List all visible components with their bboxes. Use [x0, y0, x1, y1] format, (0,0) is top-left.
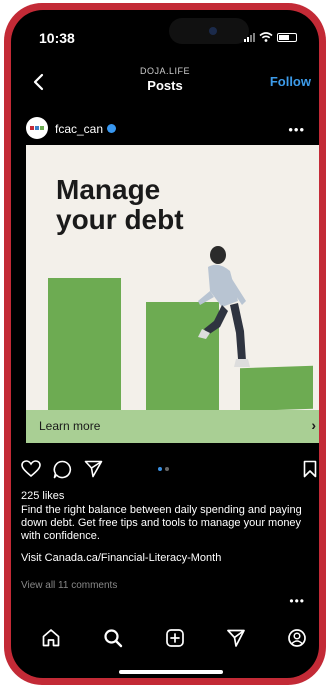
more-icon[interactable]: ••• — [289, 594, 305, 608]
screen: 10:38 DOJA.LIFE Posts Follow fcac_can ••… — [11, 10, 319, 678]
view-comments-link[interactable]: View all 11 comments — [21, 580, 117, 591]
home-icon[interactable] — [41, 628, 61, 648]
post-caption: Find the right balance between daily spe… — [21, 504, 302, 542]
climbing-person-illustration — [198, 246, 250, 367]
post-username[interactable]: fcac_can — [55, 122, 103, 136]
post-image[interactable]: Manage your debt Learn more › — [26, 145, 319, 443]
messages-icon[interactable] — [226, 628, 246, 648]
post-headline: Manage your debt — [56, 175, 184, 235]
search-icon[interactable] — [103, 628, 123, 648]
chevron-right-icon: › — [311, 417, 316, 433]
carousel-indicator — [158, 467, 169, 471]
share-icon[interactable] — [84, 460, 103, 478]
avatar[interactable] — [26, 117, 48, 139]
home-indicator[interactable] — [119, 670, 223, 674]
learn-more-banner[interactable]: Learn more › — [26, 410, 319, 443]
wifi-icon — [259, 32, 273, 42]
more-icon[interactable]: ••• — [288, 122, 305, 137]
learn-more-label: Learn more — [39, 419, 101, 433]
likes-count[interactable]: 225 likes — [21, 490, 64, 502]
post-link[interactable]: Visit Canada.ca/Financial-Literacy-Month — [21, 552, 221, 564]
verified-badge-icon — [107, 124, 116, 133]
camera-icon — [209, 27, 217, 35]
signal-icon — [244, 32, 255, 42]
green-bar — [48, 278, 121, 410]
battery-icon — [277, 32, 297, 42]
profile-icon[interactable] — [287, 628, 307, 648]
bookmark-icon[interactable] — [303, 460, 317, 478]
status-icons — [244, 32, 297, 42]
headline-line-2: your debt — [56, 204, 184, 235]
heart-icon[interactable] — [21, 460, 41, 478]
create-icon[interactable] — [165, 628, 185, 648]
headline-line-1: Manage — [56, 174, 161, 205]
phone-frame: 10:38 DOJA.LIFE Posts Follow fcac_can ••… — [4, 3, 326, 685]
follow-button[interactable]: Follow — [270, 74, 311, 89]
status-time: 10:38 — [39, 30, 75, 46]
comment-icon[interactable] — [53, 460, 72, 479]
